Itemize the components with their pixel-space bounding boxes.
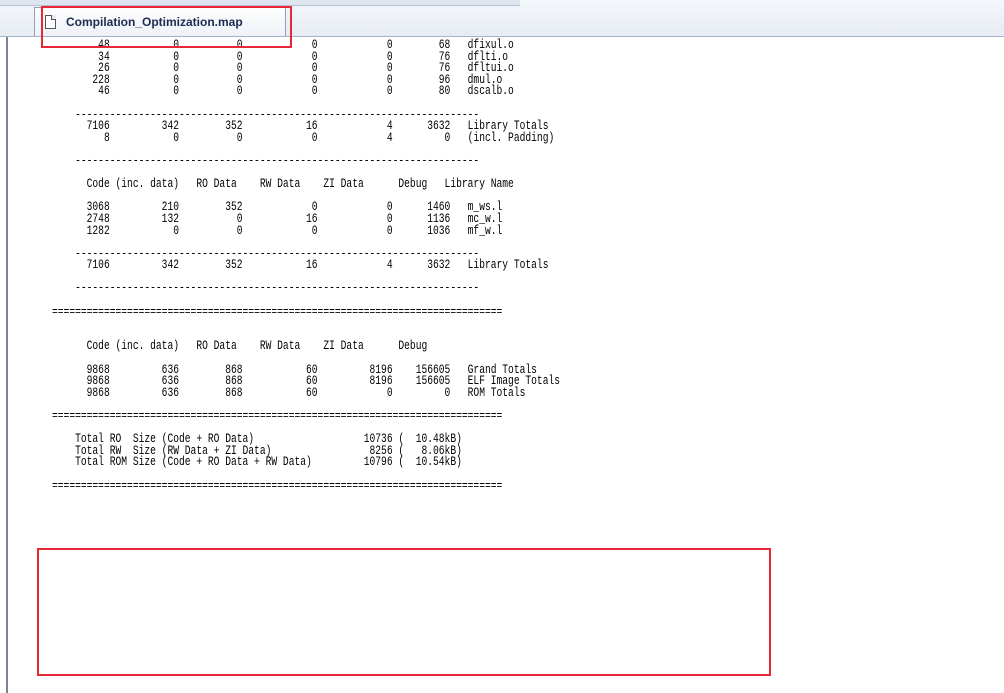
text-editor[interactable]: 48 0 0 0 0 68 dfixul.o 34 0 0 0 0 76 dfl…	[37, 37, 1004, 693]
tab-bar: Compilation_Optimization.map	[0, 0, 1004, 37]
map-line: 9868 636 868 60 0 0 ROM Totals	[52, 384, 526, 400]
map-line: 8 0 0 0 4 0 (incl. Padding)	[52, 129, 555, 145]
map-line: ----------------------------------------…	[52, 280, 480, 296]
map-line: Code (inc. data) RO Data RW Data ZI Data…	[52, 338, 428, 354]
map-line: Total ROM Size (Code + RO Data + RW Data…	[52, 454, 462, 470]
map-line: 7106 342 352 16 4 3632 Library Totals	[52, 257, 549, 273]
map-line: ========================================…	[52, 408, 503, 423]
tab-compilation-optimization-map[interactable]: Compilation_Optimization.map	[34, 7, 286, 36]
map-line: 1282 0 0 0 0 1036 mf_w.l	[52, 222, 503, 238]
editor-gutter	[0, 37, 37, 693]
tab-label: Compilation_Optimization.map	[66, 15, 243, 29]
gutter-line	[6, 37, 8, 693]
tab-bar-top-strip	[0, 0, 520, 6]
map-line: ----------------------------------------…	[52, 152, 480, 168]
document-icon	[45, 15, 56, 29]
map-line: ========================================…	[52, 303, 503, 319]
map-line: 46 0 0 0 0 80 dscalb.o	[52, 83, 514, 99]
map-line: Code (inc. data) RO Data RW Data ZI Data…	[52, 176, 514, 192]
map-file-content: 48 0 0 0 0 68 dfixul.o 34 0 0 0 0 76 dfl…	[52, 38, 560, 493]
map-line: ========================================…	[52, 477, 503, 493]
